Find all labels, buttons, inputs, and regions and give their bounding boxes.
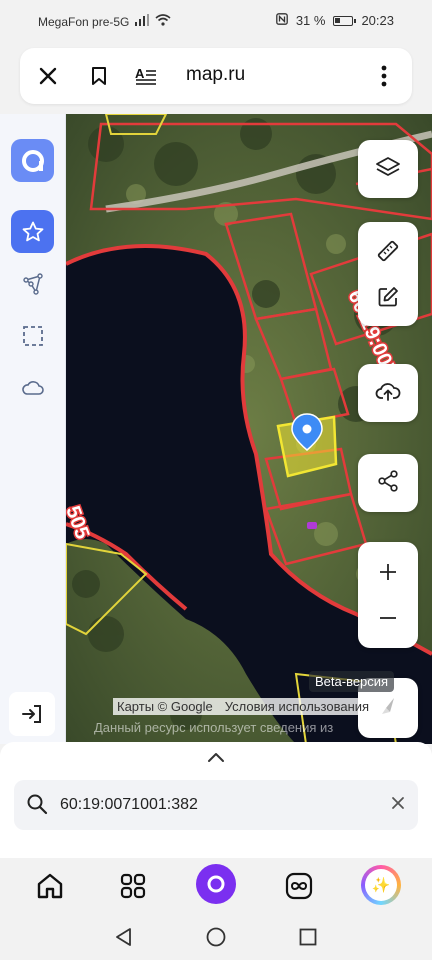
status-bar: MegaFon pre-5G 31 % 20:23 [0,0,432,40]
credit-provider: Карты © Google [117,699,213,714]
map-credits: Карты © Google Условия использования [113,698,374,715]
carrier-name: MegaFon pre-5G [38,14,130,29]
login-icon[interactable] [9,692,55,736]
sparkle-icon[interactable]: ✨ [361,865,401,905]
browser-bar: A map.ru [20,48,412,104]
ruler-icon[interactable] [358,228,418,274]
left-toolbar [0,114,66,744]
clear-icon[interactable] [390,795,406,816]
dashed-square-icon[interactable] [17,320,49,352]
edit-icon[interactable] [358,274,418,320]
beta-badge: Beta-версия [309,671,395,692]
share-icon [377,469,399,497]
draw-tools-group [358,222,418,326]
apps-grid-icon[interactable] [113,866,153,906]
back-icon[interactable] [113,926,135,948]
close-icon[interactable] [32,60,64,92]
terms-link[interactable]: Условия использования [225,699,369,714]
search-input[interactable] [60,792,380,818]
nfc-icon [275,13,288,28]
chevron-up-icon[interactable] [204,750,228,766]
layers-button[interactable] [358,140,418,198]
search-sheet [0,742,432,858]
data-source-notice: Данный ресурс использует сведения из [94,720,334,735]
wifi-icon [155,14,171,29]
search-field [14,780,418,830]
more-vertical-icon[interactable] [368,60,400,92]
search-icon[interactable] [26,793,48,820]
battery-icon [333,15,357,26]
polygon-icon[interactable] [17,268,49,300]
circle-home-icon[interactable] [205,926,227,948]
clock: 20:23 [361,13,394,28]
home-icon[interactable] [30,866,70,906]
share-button[interactable] [358,454,418,512]
cloud-icon[interactable] [17,372,49,404]
recents-icon[interactable] [297,926,319,948]
bookmark-icon[interactable] [83,60,115,92]
browser-bottom-nav: ✨ [0,858,432,914]
satellite-map[interactable]: 60:19:007 505 [66,114,432,744]
reader-mode-icon[interactable]: A [130,60,162,92]
cloud-upload-icon [375,380,401,407]
zoom-controls [358,542,418,648]
upload-button[interactable] [358,364,418,422]
zoom-out-button[interactable] [358,595,418,641]
infinity-icon[interactable] [279,866,319,906]
signal-icon [135,14,150,29]
compass-icon [376,694,400,723]
star-icon[interactable] [11,210,54,253]
map-area[interactable]: 60:19:007 505 Beta-версия Карты © Google… [0,114,432,744]
a-logo-icon[interactable] [11,139,54,182]
system-navigation [0,914,432,960]
url-text[interactable]: map.ru [186,64,245,86]
zoom-in-button[interactable] [358,549,418,595]
alice-icon[interactable] [196,864,236,904]
battery-percent: 31 % [295,13,326,28]
svg-text:A: A [135,66,145,81]
layers-icon [375,155,401,184]
